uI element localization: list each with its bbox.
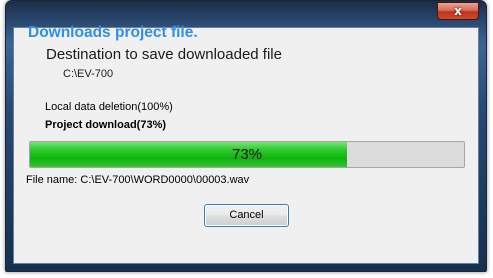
file-name-line: File name: C:\EV-700\WORD0000\00003.wav (26, 174, 250, 186)
close-button[interactable]: x (437, 2, 479, 20)
destination-label: Destination to save downloaded file (46, 46, 282, 63)
destination-path: C:\EV-700 (63, 68, 114, 80)
step-project-download: Project download(73%) (45, 119, 167, 131)
dialog-heading: Downloads project file. (28, 24, 198, 41)
download-dialog-window: x Downloads project file. Destination to… (5, 0, 487, 272)
progress-percent-label: 73% (231, 146, 263, 163)
cancel-button[interactable]: Cancel (204, 204, 289, 227)
download-progress-bar: 73% (29, 141, 465, 168)
step-local-data-deletion: Local data deletion(100%) (45, 101, 173, 113)
close-icon[interactable]: x (454, 4, 462, 18)
